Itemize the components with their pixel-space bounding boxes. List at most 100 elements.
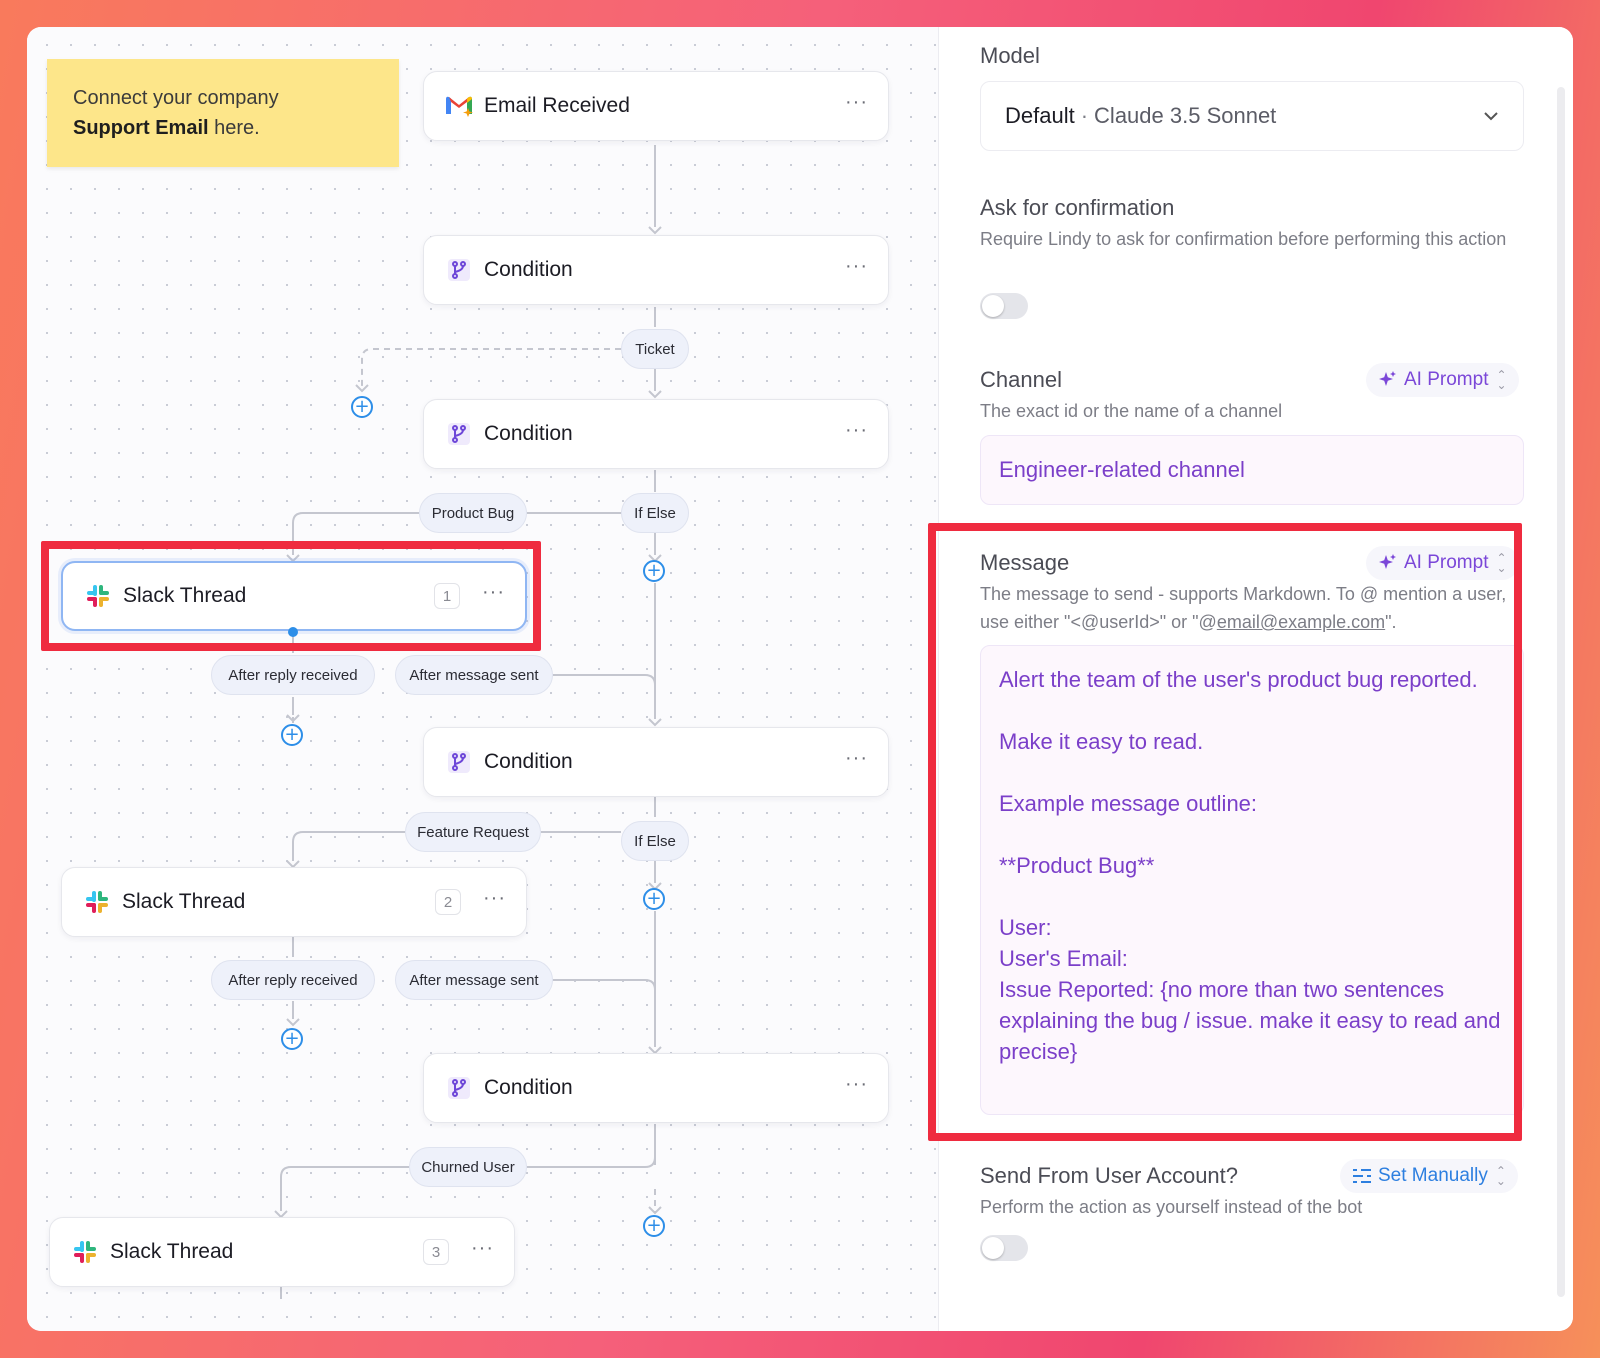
slack-thread-node[interactable]: Slack Thread 3 ··· bbox=[49, 1217, 515, 1287]
branch-label-product-bug[interactable]: Product Bug bbox=[419, 493, 527, 533]
send-from-user-mode-label: Set Manually bbox=[1378, 1165, 1488, 1186]
node-number-badge: 1 bbox=[434, 583, 461, 609]
message-line: Example message outline: bbox=[999, 791, 1258, 816]
branch-icon bbox=[444, 255, 474, 285]
chevron-down-icon bbox=[1484, 112, 1498, 121]
arrowhead bbox=[355, 384, 369, 393]
arrowhead bbox=[648, 718, 662, 727]
message-mode-label: AI Prompt bbox=[1404, 552, 1489, 573]
condition-node[interactable]: Condition ··· bbox=[423, 399, 889, 469]
node-menu-button[interactable]: ··· bbox=[471, 1238, 494, 1266]
message-line bbox=[999, 881, 1505, 912]
message-input[interactable]: Alert the team of the user's product bug… bbox=[980, 645, 1524, 1115]
condition-node[interactable]: Condition ··· bbox=[423, 1053, 889, 1123]
node-menu-button[interactable]: ··· bbox=[845, 256, 868, 284]
slack-icon bbox=[82, 887, 112, 917]
dashed-connector bbox=[361, 348, 621, 387]
branch-label-after-message[interactable]: After message sent bbox=[395, 655, 553, 695]
node-title: Slack Thread bbox=[110, 1240, 234, 1263]
message-line: **Product Bug** bbox=[999, 853, 1155, 878]
message-line bbox=[999, 757, 1505, 788]
settings-panel: Model Default · Claude 3.5 Sonnet Ask fo… bbox=[940, 27, 1573, 1331]
branch-label-after-reply[interactable]: After reply received bbox=[211, 655, 375, 695]
add-step-button[interactable]: + bbox=[643, 888, 665, 910]
send-from-user-mode-selector[interactable]: Set Manually ⌃ ⌄ bbox=[1340, 1159, 1518, 1193]
updown-chevron-icon: ⌃ ⌄ bbox=[1496, 551, 1507, 575]
slack-icon bbox=[83, 581, 113, 611]
channel-label: Channel bbox=[980, 367, 1062, 392]
message-description-link[interactable]: email@example.com bbox=[1217, 612, 1385, 632]
channel-description: The exact id or the name of a channel bbox=[980, 401, 1283, 421]
workflow-canvas[interactable]: Connect your company Support Email here.… bbox=[27, 27, 939, 1331]
message-line bbox=[999, 695, 1505, 726]
condition-node[interactable]: Condition ··· bbox=[423, 235, 889, 305]
list-settings-icon bbox=[1353, 1169, 1371, 1183]
node-title: Condition bbox=[484, 750, 573, 773]
node-title: Email Received bbox=[484, 94, 630, 117]
branch-label-if-else[interactable]: If Else bbox=[621, 493, 689, 533]
scrollbar[interactable] bbox=[1557, 87, 1565, 1297]
slack-icon bbox=[70, 1237, 100, 1267]
arrowhead bbox=[648, 226, 662, 235]
connector-line bbox=[553, 674, 656, 686]
sticky-note[interactable]: Connect your company Support Email here. bbox=[47, 59, 399, 167]
branch-label-after-message[interactable]: After message sent bbox=[395, 960, 553, 1000]
node-menu-button[interactable]: ··· bbox=[483, 888, 506, 916]
sticky-note-line1: Connect your company bbox=[73, 87, 279, 109]
node-menu-button[interactable]: ··· bbox=[845, 1074, 868, 1102]
condition-node[interactable]: Condition ··· bbox=[423, 727, 889, 797]
branch-icon bbox=[444, 1073, 474, 1103]
branch-label-feature-request[interactable]: Feature Request bbox=[405, 812, 541, 852]
arrowhead bbox=[286, 1018, 300, 1027]
add-step-button[interactable]: + bbox=[643, 560, 665, 582]
node-menu-button[interactable]: ··· bbox=[845, 748, 868, 776]
node-title: Condition bbox=[484, 1076, 573, 1099]
message-mode-selector[interactable]: AI Prompt ⌃ ⌄ bbox=[1366, 546, 1519, 580]
connector-line bbox=[527, 1156, 656, 1168]
slack-thread-node[interactable]: Slack Thread 1 ··· bbox=[61, 561, 527, 631]
branch-icon bbox=[444, 419, 474, 449]
message-label: Message bbox=[980, 550, 1070, 575]
branch-label-ticket[interactable]: Ticket bbox=[621, 329, 689, 369]
add-step-button[interactable]: + bbox=[643, 1215, 665, 1237]
message-line: User: bbox=[999, 915, 1052, 940]
channel-input[interactable]: Engineer-related channel bbox=[980, 435, 1524, 505]
confirmation-description: Require Lindy to ask for confirmation be… bbox=[980, 229, 1507, 249]
channel-mode-label: AI Prompt bbox=[1404, 369, 1489, 390]
message-line: Make it easy to read. bbox=[999, 729, 1204, 754]
branch-label-if-else[interactable]: If Else bbox=[621, 821, 689, 861]
confirmation-toggle[interactable] bbox=[980, 293, 1028, 319]
send-from-user-toggle[interactable] bbox=[980, 1235, 1028, 1261]
branch-label-churned-user[interactable]: Churned User bbox=[409, 1147, 527, 1187]
email-received-node[interactable]: Email Received ··· bbox=[423, 71, 889, 141]
gmail-icon bbox=[444, 91, 474, 121]
node-menu-button[interactable]: ··· bbox=[845, 420, 868, 448]
node-menu-button[interactable]: ··· bbox=[845, 92, 868, 120]
message-description-end: ". bbox=[1385, 612, 1397, 632]
node-title: Condition bbox=[484, 422, 573, 445]
add-step-button[interactable]: + bbox=[281, 724, 303, 746]
sticky-note-bold: Support Email bbox=[73, 117, 209, 139]
model-select[interactable]: Default · Claude 3.5 Sonnet bbox=[980, 81, 1524, 151]
updown-chevron-icon: ⌃ ⌄ bbox=[1496, 368, 1507, 392]
connection-handle[interactable] bbox=[286, 625, 300, 639]
connector-line bbox=[292, 512, 419, 555]
add-step-button[interactable]: + bbox=[281, 1028, 303, 1050]
branch-label-after-reply[interactable]: After reply received bbox=[211, 960, 375, 1000]
channel-mode-selector[interactable]: AI Prompt ⌃ ⌄ bbox=[1366, 363, 1519, 397]
model-separator: · bbox=[1080, 103, 1089, 128]
message-line: User's Email: bbox=[999, 946, 1128, 971]
connector-line bbox=[553, 979, 656, 991]
slack-thread-node[interactable]: Slack Thread 2 ··· bbox=[61, 867, 527, 937]
model-label: Model bbox=[980, 43, 1040, 68]
channel-value: Engineer-related channel bbox=[999, 457, 1245, 482]
confirmation-label: Ask for confirmation bbox=[980, 195, 1175, 220]
connector-line bbox=[280, 1166, 409, 1211]
node-number-badge: 3 bbox=[423, 1239, 450, 1265]
message-description: The message to send - supports Markdown.… bbox=[980, 580, 1536, 636]
send-from-user-description: Perform the action as yourself instead o… bbox=[980, 1197, 1363, 1217]
node-menu-button[interactable]: ··· bbox=[482, 582, 505, 610]
app-frame: Connect your company Support Email here.… bbox=[27, 27, 1573, 1331]
message-line bbox=[999, 819, 1505, 850]
add-step-button[interactable]: + bbox=[351, 396, 373, 418]
